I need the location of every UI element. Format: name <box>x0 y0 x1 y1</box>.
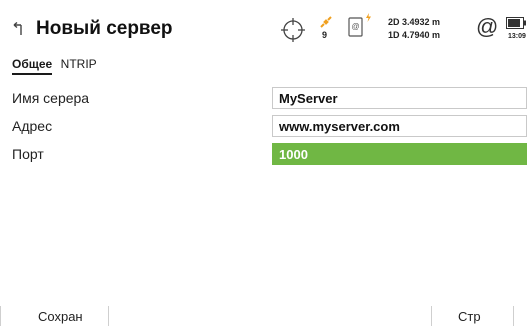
address-field[interactable]: www.myserver.com <box>272 115 527 137</box>
crosshair-icon[interactable] <box>280 17 306 43</box>
page-softkey[interactable]: Стр <box>458 309 481 324</box>
softkey-bar: Сохран Стр <box>0 302 531 326</box>
server-name-row: Имя серера MyServer <box>12 87 527 109</box>
address-row: Адрес www.myserver.com <box>12 115 527 137</box>
tab-ntrip[interactable]: NTRIP <box>61 57 97 73</box>
device-icon[interactable]: @ <box>348 16 364 38</box>
tab-general[interactable]: Общее <box>12 57 53 75</box>
softkey-divider <box>108 306 109 326</box>
precision-1d: 1D 4.7940 m <box>388 30 441 40</box>
softkey-divider <box>0 306 1 326</box>
header-bar: Новый сервер 9 @ 2D 3.4932 m 1D 4.7940 m… <box>0 0 531 58</box>
port-row: Порт 1000 <box>12 143 527 165</box>
satellite-count: 9 <box>322 30 328 40</box>
lightning-icon <box>366 13 371 22</box>
internet-icon[interactable]: @ <box>476 16 498 38</box>
back-arrow-icon[interactable] <box>10 22 26 38</box>
satellite-icon[interactable] <box>319 15 333 29</box>
softkey-divider <box>513 306 514 326</box>
server-name-field[interactable]: MyServer <box>272 87 527 109</box>
address-label: Адрес <box>12 118 53 134</box>
clock-time: 13:09 <box>508 33 526 40</box>
battery-icon[interactable] <box>506 17 526 29</box>
tab-bar: Общее NTRIP <box>12 55 101 75</box>
server-name-label: Имя серера <box>12 90 90 106</box>
page-title: Новый сервер <box>36 18 173 39</box>
port-field[interactable]: 1000 <box>272 143 527 165</box>
port-label: Порт <box>12 146 44 162</box>
softkey-divider <box>431 306 432 326</box>
precision-2d: 2D 3.4932 m <box>388 17 441 27</box>
svg-text:@: @ <box>351 22 359 31</box>
save-softkey[interactable]: Сохран <box>38 309 83 324</box>
